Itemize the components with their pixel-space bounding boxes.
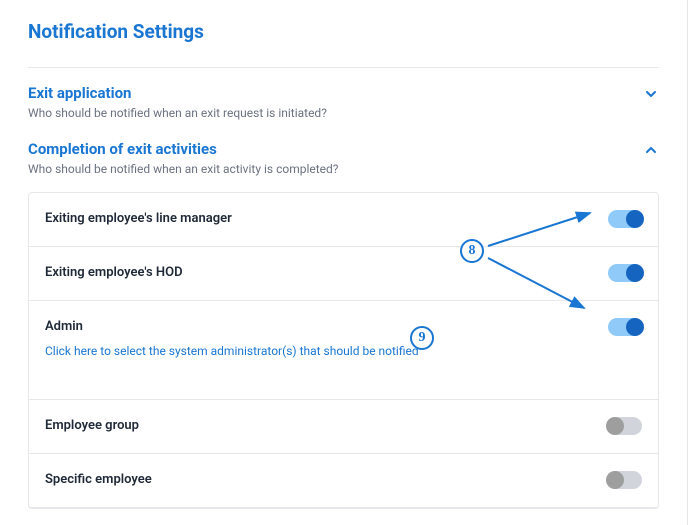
annotation-badge-9: 9: [410, 326, 434, 350]
toggle-admin[interactable]: [608, 318, 642, 336]
admin-select-link[interactable]: Click here to select the system administ…: [45, 344, 419, 358]
toggle-hod[interactable]: [608, 264, 642, 282]
option-row-specific-employee: Specific employee: [29, 454, 658, 508]
option-row-admin: Admin Click here to select the system ad…: [29, 301, 658, 400]
page-title: Notification Settings: [28, 20, 659, 43]
divider: [28, 67, 659, 68]
option-label-line-manager: Exiting employee's line manager: [45, 211, 608, 226]
section-desc-exit-application: Who should be notified when an exit requ…: [28, 106, 643, 120]
option-label-specific-employee: Specific employee: [45, 472, 608, 487]
annotation-badge-8: 8: [460, 239, 484, 263]
option-label-admin: Admin: [45, 319, 608, 334]
section-header-exit-application[interactable]: Exit application Who should be notified …: [28, 84, 659, 120]
option-row-hod: Exiting employee's HOD: [29, 247, 658, 301]
section-completion-activities: Completion of exit activities Who should…: [28, 140, 659, 509]
option-label-hod: Exiting employee's HOD: [45, 265, 608, 280]
option-row-line-manager: Exiting employee's line manager: [29, 193, 658, 247]
section-exit-application: Exit application Who should be notified …: [28, 84, 659, 120]
section-header-completion[interactable]: Completion of exit activities Who should…: [28, 140, 659, 176]
toggle-employee-group[interactable]: [608, 417, 642, 435]
chevron-up-icon[interactable]: [643, 142, 659, 162]
option-row-employee-group: Employee group: [29, 400, 658, 454]
section-title-completion: Completion of exit activities: [28, 140, 643, 158]
section-desc-completion: Who should be notified when an exit acti…: [28, 162, 643, 176]
chevron-down-icon[interactable]: [643, 86, 659, 106]
options-panel: Exiting employee's line manager Exiting …: [28, 192, 659, 509]
section-title-exit-application: Exit application: [28, 84, 643, 102]
option-label-employee-group: Employee group: [45, 418, 608, 433]
toggle-specific-employee[interactable]: [608, 471, 642, 489]
toggle-line-manager[interactable]: [608, 210, 642, 228]
